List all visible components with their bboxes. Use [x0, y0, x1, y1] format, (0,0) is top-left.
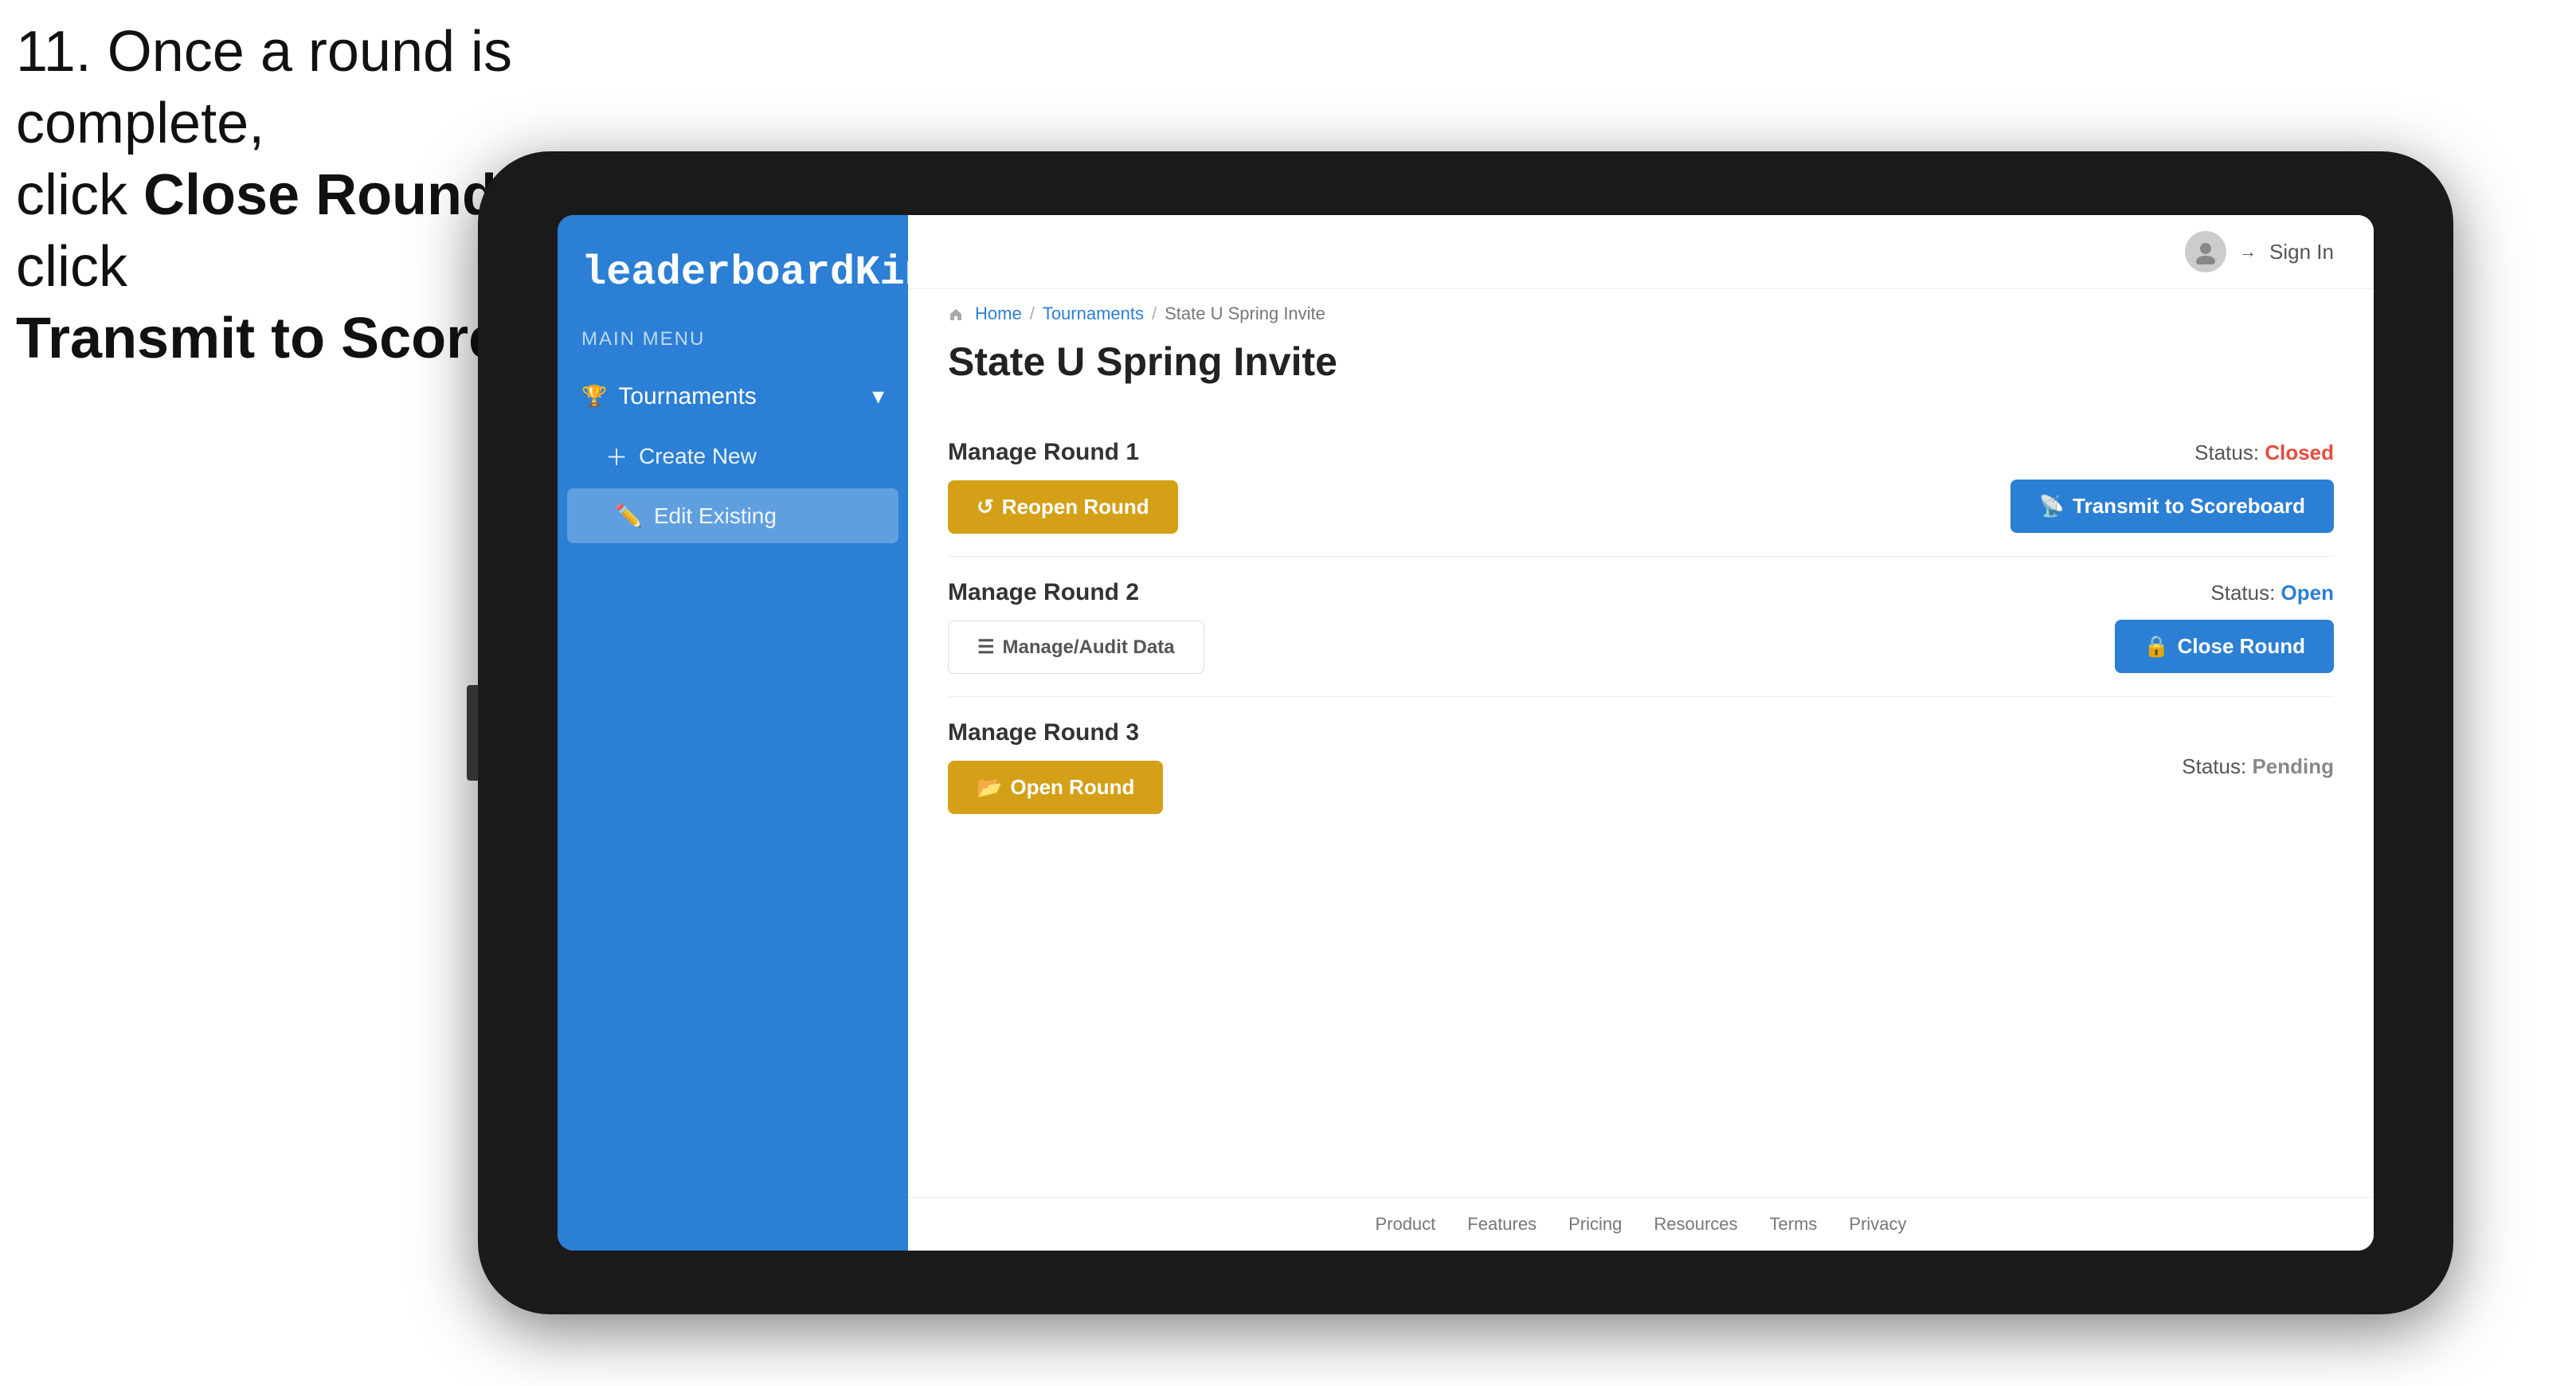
sidebar-logo: leaderboardKing [558, 215, 908, 320]
round-3-left: Manage Round 3 📂 Open Round [948, 719, 1163, 814]
round-1-status: Status: Closed [2194, 440, 2334, 465]
transmit-scoreboard-label: Transmit to Scoreboard [2073, 494, 2305, 519]
round-section-2: Manage Round 2 ☰ Manage/Audit Data Statu… [948, 557, 2334, 697]
round-2-status: Status: Open [2210, 581, 2334, 605]
sign-in-text: Sign In [2269, 240, 2334, 264]
footer-pricing[interactable]: Pricing [1568, 1214, 1622, 1235]
footer-privacy[interactable]: Privacy [1849, 1214, 1906, 1235]
app-layout: leaderboardKing MAIN MENU 🏆 Tournaments … [558, 215, 2374, 1251]
round-section-1: Manage Round 1 ↺ Reopen Round Status: Cl… [948, 417, 2334, 557]
round-1-status-value: Closed [2265, 440, 2334, 464]
close-round-button[interactable]: 🔒 Close Round [2115, 620, 2334, 673]
tablet-side-button [467, 685, 478, 781]
footer-features[interactable]: Features [1467, 1214, 1537, 1235]
reopen-icon: ↺ [977, 495, 994, 519]
round-1-left: Manage Round 1 ↺ Reopen Round [948, 439, 1178, 534]
open-icon: 📂 [977, 775, 1002, 800]
open-round-button[interactable]: 📂 Open Round [948, 761, 1163, 814]
tablet-frame: leaderboardKing MAIN MENU 🏆 Tournaments … [478, 151, 2453, 1314]
footer-product[interactable]: Product [1375, 1214, 1435, 1235]
close-round-label: Close Round [2178, 634, 2305, 659]
edit-existing-label: Edit Existing [654, 503, 777, 529]
transmit-scoreboard-button[interactable]: 📡 Transmit to Scoreboard [2010, 480, 2334, 533]
open-round-label: Open Round [1010, 775, 1134, 800]
instruction-line2: click [16, 163, 143, 227]
logo-leaderboard: leaderboard [581, 249, 855, 296]
round-3-title: Manage Round 3 [948, 719, 1163, 746]
audit-icon: ☰ [977, 636, 995, 659]
signin-arrow-icon: → [2239, 241, 2257, 262]
nav-item-tournaments[interactable]: 🏆 Tournaments ▾ [558, 366, 908, 426]
tablet-screen: leaderboardKing MAIN MENU 🏆 Tournaments … [558, 215, 2374, 1251]
round-3-status-value: Pending [2252, 754, 2334, 778]
round-2-title: Manage Round 2 [948, 579, 1204, 606]
lock-icon: 🔒 [2143, 634, 2169, 659]
reopen-round-label: Reopen Round [1002, 495, 1149, 519]
round-section-3: Manage Round 3 📂 Open Round Status: Pend… [948, 697, 2334, 836]
breadcrumb-tournaments-link[interactable]: Tournaments [1043, 303, 1144, 324]
user-avatar-icon [2185, 231, 2226, 272]
main-menu-label: MAIN MENU [558, 320, 908, 358]
round-2-left: Manage Round 2 ☰ Manage/Audit Data [948, 579, 1204, 674]
footer-terms[interactable]: Terms [1770, 1214, 1818, 1235]
breadcrumb: Home / Tournaments / State U Spring Invi… [908, 289, 2374, 331]
nav-edit-existing[interactable]: ✏️ Edit Existing [567, 488, 898, 543]
trophy-icon: 🏆 [581, 384, 607, 409]
footer-resources[interactable]: Resources [1654, 1214, 1737, 1235]
breadcrumb-current: State U Spring Invite [1165, 303, 1325, 324]
manage-audit-button[interactable]: ☰ Manage/Audit Data [948, 621, 1204, 674]
round-2-right: Status: Open 🔒 Close Round [2115, 581, 2334, 673]
breadcrumb-home-link[interactable]: Home [975, 303, 1022, 324]
header-bar: → Sign In [908, 215, 2374, 289]
sign-in-area[interactable]: → Sign In [2185, 231, 2334, 272]
instruction-bold1: Close Round [143, 163, 497, 227]
create-new-label: Create New [639, 444, 757, 469]
nav-create-new[interactable]: ＋ Create New [558, 426, 908, 487]
plus-icon: ＋ [605, 440, 628, 472]
edit-icon: ✏️ [615, 503, 643, 529]
round-1-right: Status: Closed 📡 Transmit to Scoreboard [2010, 440, 2334, 533]
sidebar: leaderboardKing MAIN MENU 🏆 Tournaments … [558, 215, 908, 1251]
breadcrumb-home [948, 303, 967, 324]
page-content: State U Spring Invite Manage Round 1 ↺ R… [908, 331, 2374, 1197]
logo-text: leaderboardKing [581, 247, 884, 296]
manage-audit-label: Manage/Audit Data [1003, 636, 1175, 659]
sidebar-nav: 🏆 Tournaments ▾ ＋ Create New ✏️ Edit Exi… [558, 358, 908, 553]
breadcrumb-sep2: / [1152, 303, 1157, 324]
footer: Product Features Pricing Resources Terms… [908, 1197, 2374, 1251]
chevron-down-icon: ▾ [872, 382, 884, 410]
reopen-round-button[interactable]: ↺ Reopen Round [948, 480, 1178, 534]
round-3-status: Status: Pending [2182, 754, 2334, 779]
transmit-icon: 📡 [2039, 494, 2065, 519]
page-title: State U Spring Invite [948, 339, 2334, 385]
round-2-status-value: Open [2281, 581, 2334, 605]
breadcrumb-sep1: / [1030, 303, 1035, 324]
round-1-title: Manage Round 1 [948, 439, 1178, 466]
nav-tournaments-label: Tournaments [618, 383, 756, 410]
main-content: → Sign In Home / Tournaments / State [908, 215, 2374, 1251]
instruction-line1: 11. Once a round is complete, [16, 20, 512, 155]
round-3-right: Status: Pending [2182, 754, 2334, 779]
